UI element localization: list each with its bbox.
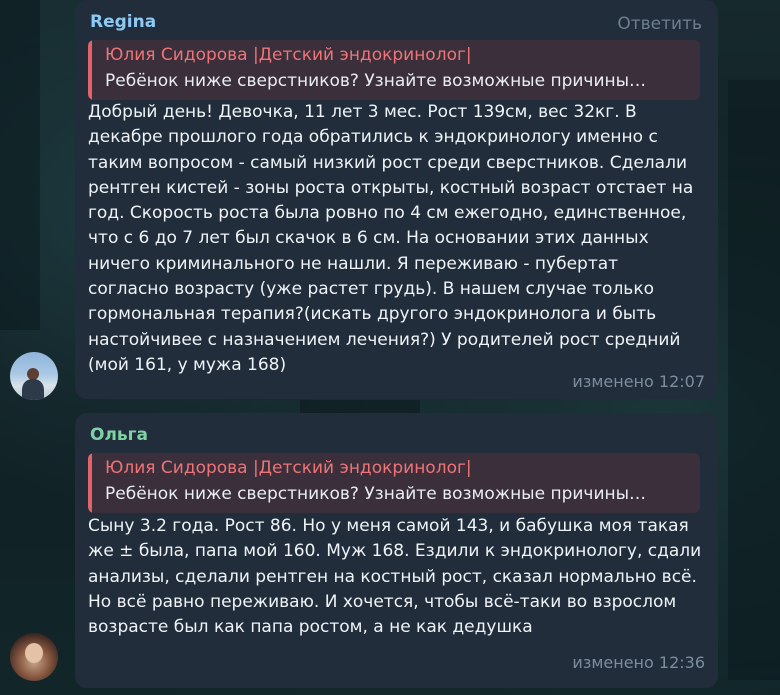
reply-button[interactable]: Ответить	[617, 14, 702, 34]
reply-quote[interactable]: Юлия Сидорова |Детский эндокринолог| Реб…	[88, 453, 700, 513]
reply-quote[interactable]: Юлия Сидорова |Детский эндокринолог| Реб…	[88, 40, 700, 100]
background-tree	[300, 400, 420, 414]
message-text: Сыну 3.2 года. Рост 86. Но у меня самой …	[88, 516, 702, 638]
avatar-figure	[22, 379, 44, 400]
avatar[interactable]	[10, 633, 58, 681]
quote-author: Юлия Сидорова |Детский эндокринолог|	[105, 45, 472, 65]
quote-author: Юлия Сидорова |Детский эндокринолог|	[105, 458, 472, 478]
message-bubble[interactable]: Regina Ответить Юлия Сидорова |Детский э…	[75, 0, 718, 399]
message-bubble[interactable]: Ольга Юлия Сидорова |Детский эндокриноло…	[75, 413, 718, 688]
message-edited-time: изменено 12:07	[572, 372, 705, 391]
background-tree	[728, 80, 780, 680]
message-text: Добрый день! Девочка, 11 лет 3 мес. Рост…	[88, 102, 694, 375]
message-edited-time: изменено 12:36	[572, 653, 705, 672]
avatar[interactable]	[10, 352, 58, 400]
sender-name[interactable]: Ольга	[90, 425, 148, 445]
sender-name[interactable]: Regina	[90, 12, 156, 32]
quote-text: Ребёнок ниже сверстников? Узнайте возмож…	[105, 71, 647, 91]
quote-text: Ребёнок ниже сверстников? Узнайте возмож…	[105, 484, 647, 504]
background-tree	[0, 0, 40, 330]
avatar-figure	[25, 643, 43, 663]
